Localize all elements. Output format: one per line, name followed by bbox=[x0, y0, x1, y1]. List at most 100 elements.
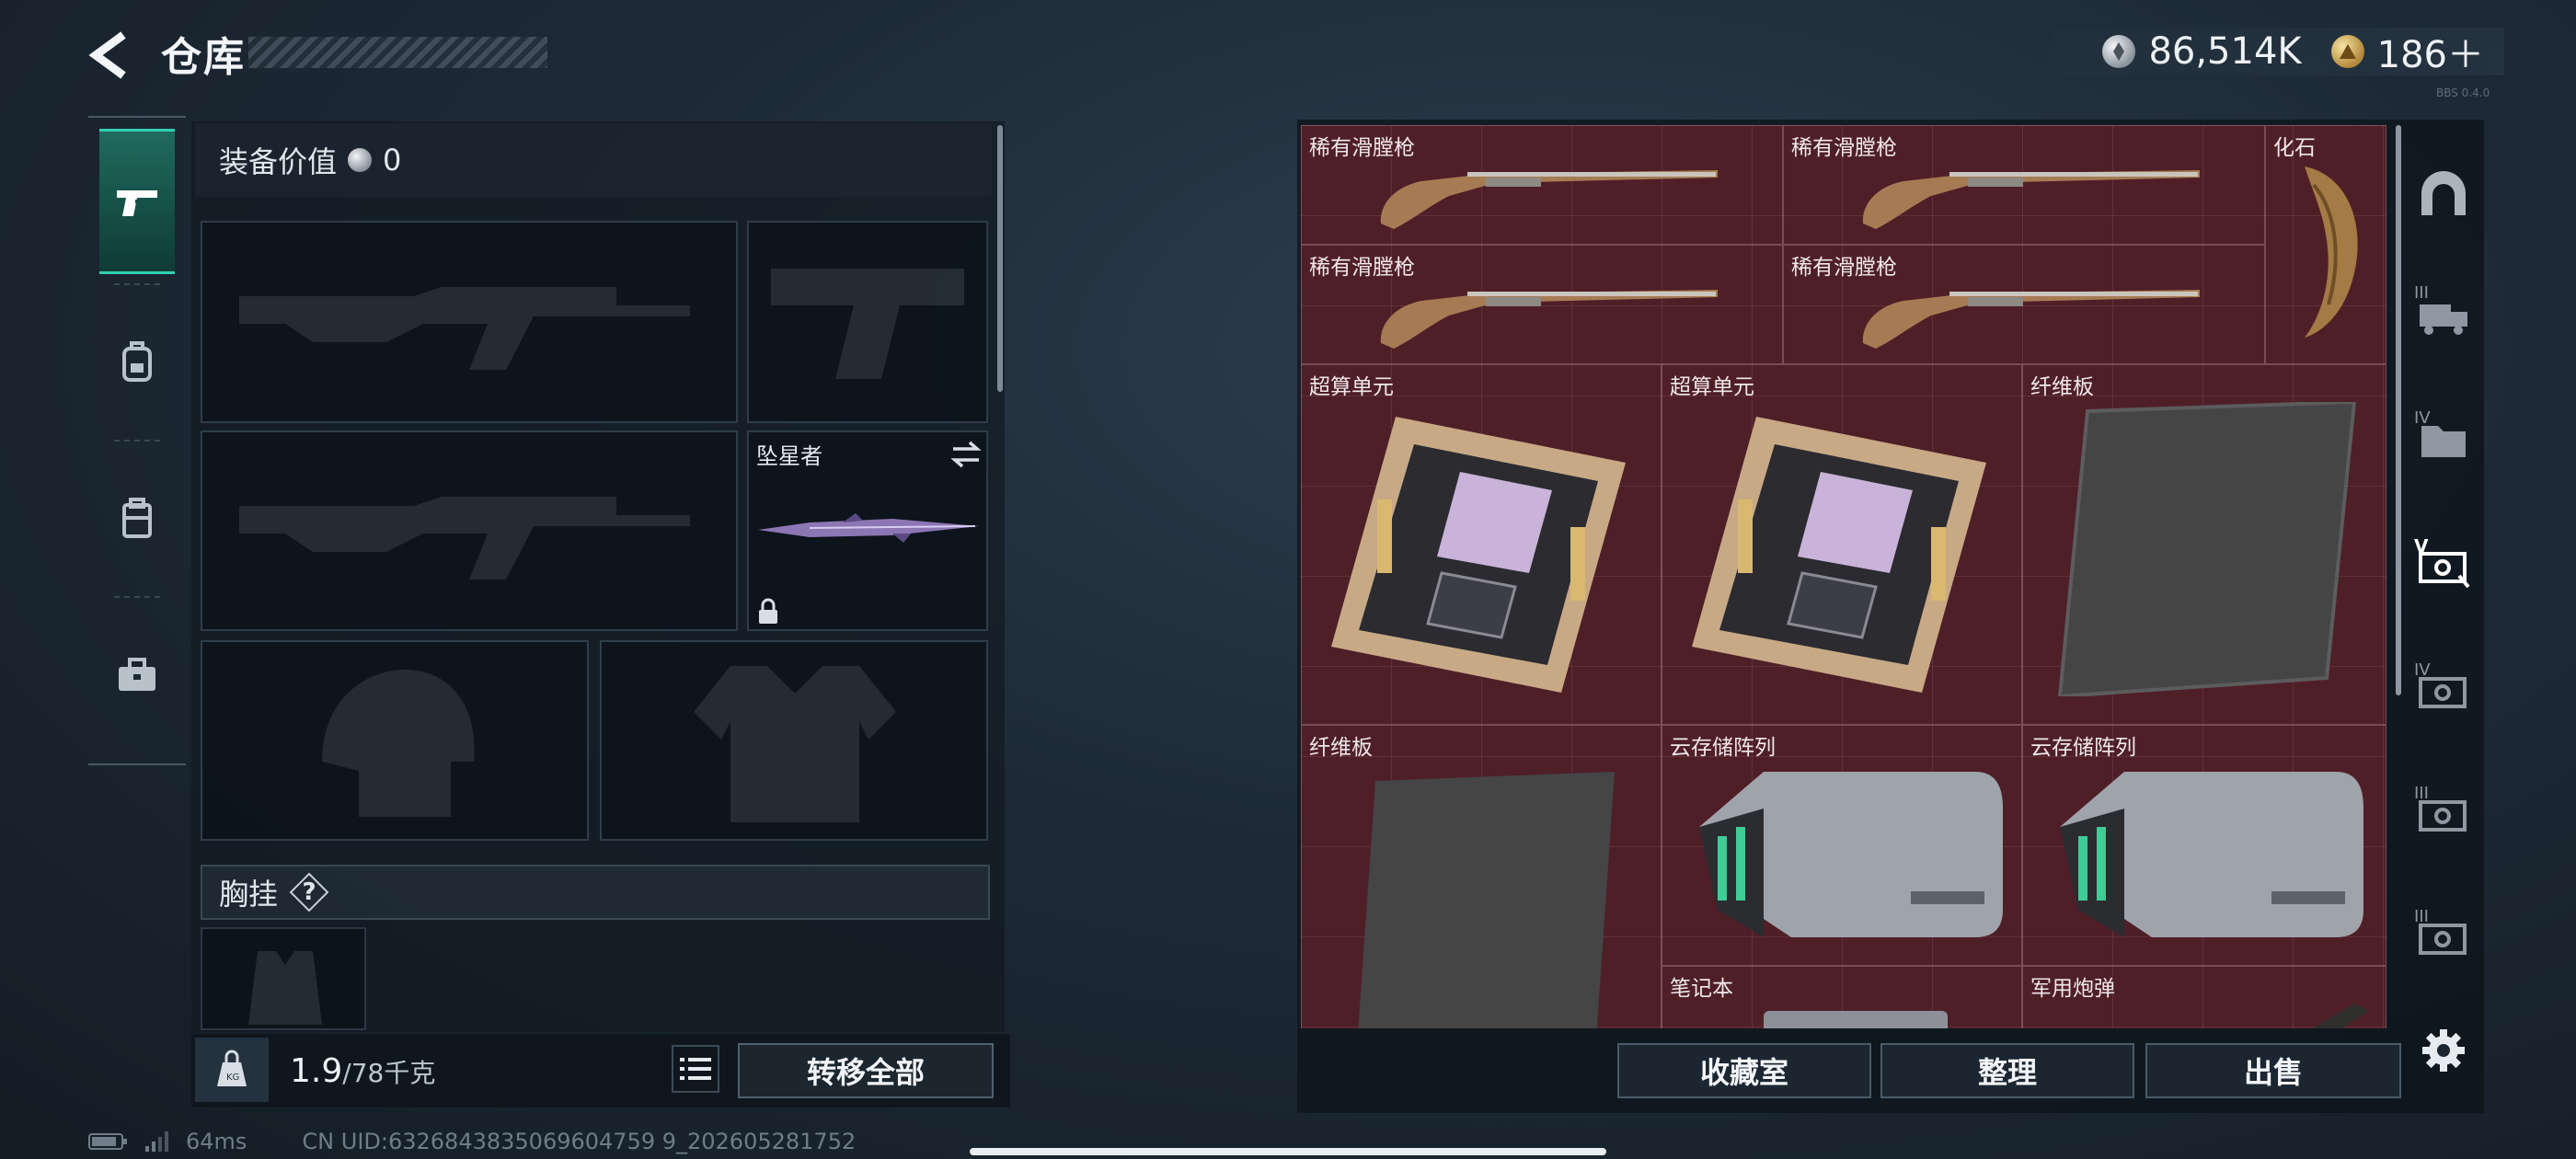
storage-item-cloud-array[interactable]: 云存储阵列 bbox=[2022, 725, 2386, 966]
loadout-scrollbar[interactable] bbox=[997, 125, 1003, 392]
storage-grid: 稀有滑膛枪 稀有滑膛枪 化石 稀有滑膛枪 稀有滑膛枪 超算单元 超算单元 纤维板… bbox=[1301, 125, 2386, 1028]
category-equipment[interactable] bbox=[99, 289, 175, 434]
slot-sidearm[interactable] bbox=[747, 221, 988, 423]
slot-chest-rig[interactable] bbox=[201, 927, 366, 1030]
cloud-storage-array-icon bbox=[1699, 772, 2003, 937]
weight-readout: 1.9/78千克 bbox=[290, 1052, 435, 1090]
storage-item-musket[interactable]: 稀有滑膛枪 bbox=[1301, 245, 1783, 364]
rail-item-7[interactable]: III bbox=[2409, 894, 2478, 982]
storage-item-supercomputer[interactable]: 超算单元 bbox=[1662, 364, 2022, 725]
gear-icon bbox=[2422, 1029, 2465, 1072]
swap-icon[interactable] bbox=[949, 440, 983, 469]
category-weapons[interactable] bbox=[99, 129, 175, 274]
slot-primary-weapon-2[interactable] bbox=[201, 430, 738, 631]
pistol-silhouette-icon bbox=[771, 269, 964, 379]
silver-coin-icon bbox=[2102, 35, 2136, 68]
rail-tier-label: IV bbox=[2414, 408, 2431, 428]
storage-category-rail: III IV V IV III III bbox=[2401, 125, 2484, 1027]
storage-item-fiberboard[interactable]: 纤维板 bbox=[1301, 725, 1662, 1028]
storage-item-fiberboard[interactable]: 纤维板 bbox=[2022, 364, 2386, 725]
rifle-silhouette-icon bbox=[239, 287, 690, 370]
version-mark: BBS 0.4.0 bbox=[2436, 86, 2490, 99]
chest-rig-silhouette-icon bbox=[248, 951, 322, 1025]
back-arrow-icon bbox=[88, 31, 126, 79]
rail-item-1[interactable] bbox=[2409, 149, 2478, 237]
storage-item-cloud-array[interactable]: 云存储阵列 bbox=[1662, 725, 2022, 966]
gold-currency-value[interactable]: 186＋ bbox=[2377, 25, 2484, 78]
title-decoration bbox=[248, 37, 547, 68]
transfer-all-button[interactable]: 转移全部 bbox=[738, 1043, 994, 1098]
storage-item-musket[interactable]: 稀有滑膛枪 bbox=[1301, 125, 1783, 245]
organize-button[interactable]: 整理 bbox=[1880, 1043, 2134, 1098]
battery-icon bbox=[88, 1133, 127, 1150]
settings-button[interactable] bbox=[2416, 1023, 2471, 1078]
slot-melee[interactable]: 坠星者 bbox=[747, 430, 988, 631]
slot-primary-weapon-1[interactable] bbox=[201, 221, 738, 423]
fiberboard-icon bbox=[2057, 402, 2357, 696]
laptop-icon bbox=[1764, 1011, 1948, 1028]
rail-tier-label: IV bbox=[2414, 660, 2431, 680]
dome-icon bbox=[2421, 171, 2466, 215]
rail-item-3[interactable]: IV bbox=[2409, 396, 2478, 484]
rail-tier-label: III bbox=[2414, 283, 2429, 303]
list-view-button[interactable] bbox=[672, 1045, 719, 1093]
storage-item-shell[interactable]: 军用炮弹 bbox=[2022, 966, 2386, 1028]
home-indicator[interactable] bbox=[970, 1148, 1606, 1155]
back-button[interactable] bbox=[83, 28, 138, 83]
item-name: 军用炮弹 bbox=[2030, 977, 2115, 1001]
category-containers[interactable] bbox=[99, 445, 175, 591]
item-name: 化石 bbox=[2273, 136, 2316, 160]
rail-item-2[interactable]: III bbox=[2409, 270, 2478, 359]
briefcase-icon bbox=[119, 658, 155, 691]
backpack-icon bbox=[122, 341, 152, 382]
cloud-storage-array-icon bbox=[2060, 772, 2363, 937]
fossil-claw-icon bbox=[2305, 166, 2358, 338]
weight-icon: KG bbox=[217, 1050, 247, 1086]
rifle-silhouette-icon bbox=[239, 497, 690, 580]
musket-icon bbox=[1380, 290, 1718, 349]
rail-tier-label: III bbox=[2414, 907, 2429, 926]
currency-bar: 86,514K 186＋ bbox=[2053, 25, 2504, 78]
equip-value: 0 bbox=[383, 143, 402, 178]
slot-armor[interactable] bbox=[600, 640, 988, 841]
category-toolbox[interactable] bbox=[99, 603, 175, 749]
collection-room-button[interactable]: 收藏室 bbox=[1617, 1043, 1871, 1098]
slot-helmet[interactable] bbox=[201, 640, 589, 841]
rail-tier-label: III bbox=[2414, 784, 2429, 803]
rail-tier-label: V bbox=[2414, 535, 2429, 557]
weight-capacity: /78千克 bbox=[342, 1058, 436, 1088]
silver-coin-icon bbox=[348, 148, 373, 172]
starfall-blade-icon bbox=[758, 513, 979, 543]
storage-item-supercomputer[interactable]: 超算单元 bbox=[1301, 364, 1662, 725]
gold-coin-icon bbox=[2330, 35, 2364, 68]
musket-icon bbox=[1862, 170, 2200, 229]
item-name: 纤维板 bbox=[2030, 375, 2094, 399]
supercomputer-unit-icon bbox=[1331, 417, 1626, 693]
help-button[interactable]: ? bbox=[289, 872, 329, 912]
shell-icon bbox=[2313, 1004, 2369, 1028]
storage-item-musket[interactable]: 稀有滑膛枪 bbox=[1783, 125, 2265, 245]
rail-item-6[interactable]: III bbox=[2409, 771, 2478, 859]
rail-item-4-active[interactable]: V bbox=[2409, 522, 2478, 611]
rail-item-5[interactable]: IV bbox=[2409, 648, 2478, 736]
weight-value: 1.9 bbox=[290, 1052, 343, 1090]
sell-button[interactable]: 出售 bbox=[2145, 1043, 2401, 1098]
supercomputer-unit-icon bbox=[1692, 417, 1986, 693]
storage-item-fossil[interactable]: 化石 bbox=[2265, 125, 2386, 364]
ping-readout: 64ms bbox=[186, 1129, 247, 1154]
equip-value-label: 装备价值 bbox=[219, 144, 338, 179]
equip-value-bar: 装备价值 0 bbox=[195, 123, 992, 197]
chest-rig-header: 胸挂 ? bbox=[201, 865, 990, 920]
storage-item-musket[interactable]: 稀有滑膛枪 bbox=[1783, 245, 2265, 364]
chest-rig-label: 胸挂 bbox=[219, 877, 279, 912]
musket-icon bbox=[1862, 290, 2200, 349]
list-icon bbox=[680, 1058, 711, 1080]
pistol-icon bbox=[117, 190, 157, 216]
item-name: 纤维板 bbox=[1309, 736, 1373, 760]
silver-currency-value[interactable]: 86,514K bbox=[2148, 30, 2301, 73]
item-name: 笔记本 bbox=[1670, 977, 1733, 1001]
help-symbol: ? bbox=[302, 878, 316, 906]
musket-icon bbox=[1380, 170, 1718, 229]
storage-item-laptop[interactable]: 笔记本 bbox=[1662, 966, 2022, 1028]
uid-readout: CN UID:6326843835069604759 9_20260528175… bbox=[302, 1129, 857, 1154]
